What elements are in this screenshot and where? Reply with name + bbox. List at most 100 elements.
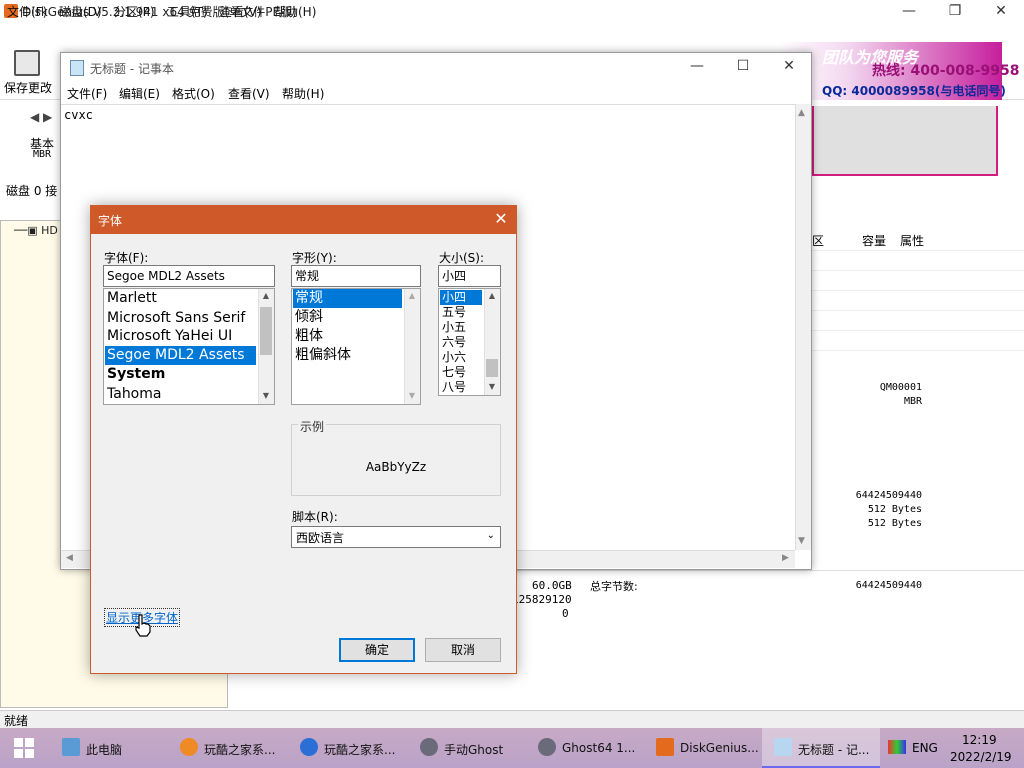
- cancel-button[interactable]: 取消: [425, 638, 501, 662]
- style-option[interactable]: 粗偏斜体: [293, 346, 351, 365]
- np-menu-file[interactable]: 文件(F): [67, 85, 107, 102]
- notepad-vscrollbar[interactable]: [795, 104, 811, 550]
- taskbar-item-this-pc[interactable]: 此电脑: [86, 741, 122, 758]
- this-pc-icon[interactable]: [62, 738, 80, 756]
- minimize-icon[interactable]: —: [886, 0, 932, 22]
- np-scroll-down-icon[interactable]: ▼: [798, 536, 805, 546]
- taskbar-item-download[interactable]: 玩酷之家系...: [324, 741, 395, 758]
- size-option[interactable]: 八号: [440, 380, 466, 395]
- size-option[interactable]: 小六: [440, 350, 466, 365]
- partition-style-value: MBR: [903, 396, 922, 407]
- partition-table-body[interactable]: [812, 250, 1024, 370]
- font-name-list[interactable]: Marlett Microsoft Sans Serif Microsoft Y…: [103, 288, 275, 405]
- size-option[interactable]: 六号: [440, 335, 466, 350]
- tree-item-label: HD: [41, 224, 58, 237]
- np-scroll-right-icon[interactable]: ▶: [782, 553, 789, 563]
- font-option[interactable]: System: [105, 365, 165, 384]
- taskbar-item-browser[interactable]: 玩酷之家系...: [204, 741, 275, 758]
- clock-date[interactable]: 2022/2/19: [950, 750, 1012, 764]
- size-list-scrollbar[interactable]: [484, 289, 500, 395]
- size-option[interactable]: 七号: [440, 365, 466, 380]
- windows-start-icon[interactable]: [14, 738, 34, 758]
- save-changes-icon[interactable]: [14, 50, 40, 76]
- notepad-minimize-icon[interactable]: —: [674, 55, 720, 77]
- script-select[interactable]: 西欧语言 ⌄: [291, 526, 501, 548]
- physical-sector-value: 512 Bytes: [867, 518, 922, 529]
- np-menu-help[interactable]: 帮助(H): [282, 85, 324, 102]
- font-style-label: 字形(Y):: [292, 251, 337, 265]
- size-option[interactable]: 五号: [440, 305, 466, 320]
- size-list-scroll-thumb[interactable]: [486, 359, 498, 377]
- font-option[interactable]: Tahoma: [105, 385, 161, 404]
- sectors-value: 125829120: [512, 593, 572, 606]
- diskgenius-menubar: [0, 22, 1024, 42]
- taskbar-item-notepad[interactable]: 无标题 - 记...: [798, 741, 869, 758]
- notepad-maximize-icon[interactable]: ☐: [720, 55, 766, 77]
- tree-item-hd[interactable]: ──▣ HD: [14, 224, 58, 237]
- restore-icon[interactable]: ❐: [932, 0, 978, 22]
- notepad-close-icon[interactable]: ✕: [766, 55, 812, 77]
- style-list-up-icon[interactable]: ▲: [404, 291, 420, 300]
- disk-map-partition[interactable]: [812, 106, 998, 176]
- banner-tel-text: 热线: 400-008-9958: [872, 63, 1020, 79]
- font-list-up-icon[interactable]: ▲: [258, 291, 274, 300]
- size-option[interactable]: 小五: [440, 320, 466, 335]
- save-changes-label[interactable]: 保存更改: [4, 79, 52, 96]
- capacity-value: 60.0GB: [532, 579, 572, 592]
- font-size-input[interactable]: 小四: [438, 265, 501, 287]
- font-option[interactable]: Microsoft Sans Serif: [105, 309, 245, 328]
- display-tray-icon[interactable]: [888, 740, 906, 754]
- taskbar-item-ghost64[interactable]: Ghost64 1...: [562, 741, 635, 755]
- taskbar-item-diskgenius[interactable]: DiskGenius...: [680, 741, 759, 755]
- np-scroll-up-icon[interactable]: ▲: [798, 108, 805, 118]
- style-option-selected[interactable]: 常规: [293, 289, 402, 308]
- font-style-list[interactable]: 常规 倾斜 粗体 粗偏斜体 ▲ ▼: [291, 288, 421, 405]
- font-option[interactable]: Marlett: [105, 289, 157, 308]
- size-option-selected[interactable]: 小四: [440, 290, 482, 305]
- input-language[interactable]: ENG: [912, 741, 938, 755]
- banner-qq-text: QQ: 4000089958(与电话同号): [822, 84, 1006, 98]
- size-list-down-icon[interactable]: ▼: [484, 382, 500, 391]
- font-style-input[interactable]: 常规: [291, 265, 421, 287]
- notepad-content[interactable]: cvxc: [64, 108, 93, 122]
- ok-button[interactable]: 确定: [339, 638, 415, 662]
- col-partition[interactable]: 区: [812, 232, 824, 249]
- np-menu-format[interactable]: 格式(O): [172, 85, 215, 102]
- font-option-selected[interactable]: Segoe MDL2 Assets: [105, 346, 256, 365]
- font-size-list[interactable]: 小四 五号 小五 六号 小六 七号 八号 ▲ ▼: [438, 288, 501, 396]
- dg-menu-help[interactable]: 帮助(H): [274, 3, 316, 20]
- dg-menu-disk[interactable]: 磁盘(D): [59, 3, 102, 20]
- font-name-input[interactable]: Segoe MDL2 Assets: [103, 265, 275, 287]
- style-option[interactable]: 粗体: [293, 327, 323, 346]
- font-dialog-close-icon[interactable]: ✕: [491, 209, 511, 229]
- dg-menu-partition[interactable]: 分区(P): [114, 3, 155, 20]
- close-icon[interactable]: ✕: [978, 0, 1024, 22]
- col-capacity[interactable]: 容量: [862, 232, 886, 249]
- taskbar-item-ghost[interactable]: 手动Ghost: [444, 741, 503, 758]
- np-menu-edit[interactable]: 编辑(E): [119, 85, 160, 102]
- dg-menu-tools[interactable]: 工具(T): [167, 3, 208, 20]
- clock-time[interactable]: 12:19: [962, 733, 997, 747]
- font-list-scroll-thumb[interactable]: [260, 307, 272, 355]
- np-menu-view[interactable]: 查看(V): [228, 85, 270, 102]
- dg-menu-file[interactable]: 文件(F): [7, 3, 47, 20]
- col-attribute[interactable]: 属性: [900, 232, 924, 249]
- style-list-down-icon[interactable]: ▼: [404, 391, 420, 400]
- browser-icon[interactable]: [180, 738, 198, 756]
- ghost-icon[interactable]: [420, 738, 438, 756]
- dg-menu-view[interactable]: 查看(V): [220, 3, 262, 20]
- font-name-label: 字体(F):: [104, 251, 149, 265]
- size-list-up-icon[interactable]: ▲: [484, 291, 500, 300]
- notepad-taskbar-icon[interactable]: [774, 738, 792, 756]
- download-icon[interactable]: [300, 738, 318, 756]
- style-option[interactable]: 倾斜: [293, 308, 323, 327]
- diskgenius-icon[interactable]: [656, 738, 674, 756]
- style-list-scrollbar[interactable]: [404, 289, 420, 404]
- np-scroll-left-icon[interactable]: ◀: [66, 553, 73, 563]
- ghost64-icon[interactable]: [538, 738, 556, 756]
- script-label: 脚本(R):: [292, 510, 338, 524]
- font-list-down-icon[interactable]: ▼: [258, 391, 274, 400]
- font-option[interactable]: Microsoft YaHei UI: [105, 327, 232, 346]
- disk-description: 磁盘 0 接: [6, 184, 58, 198]
- nav-arrows-icon[interactable]: ◀ ▶: [30, 110, 52, 124]
